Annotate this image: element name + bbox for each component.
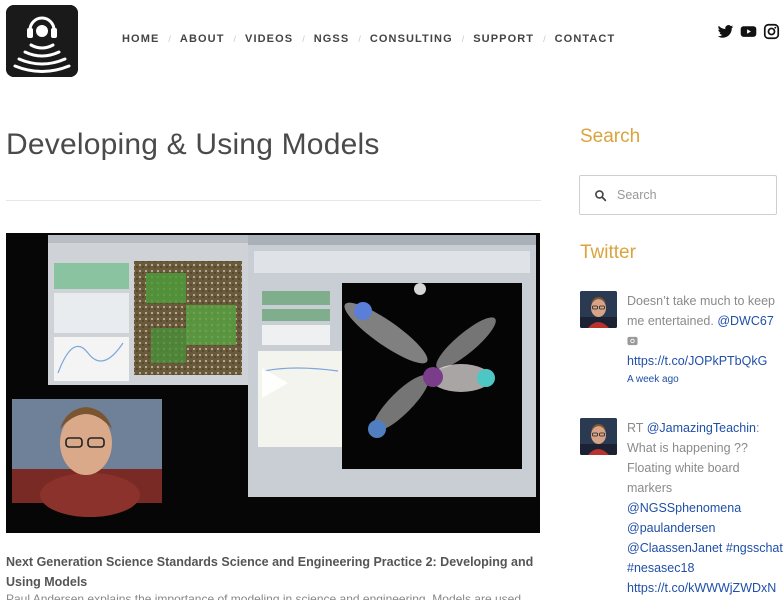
tweet-link[interactable]: https://t.co/JOPkPTbQkG <box>627 354 767 368</box>
main-nav: HOME / ABOUT / VIDEOS / NGSS / CONSULTIN… <box>122 33 615 45</box>
video-description: Paul Andersen explains the importance of… <box>6 592 521 600</box>
nav-separator: / <box>461 34 465 44</box>
nav-contact[interactable]: CONTACT <box>555 33 616 45</box>
social-links <box>717 23 780 40</box>
nav-support[interactable]: SUPPORT <box>473 33 534 45</box>
tweet-mention[interactable]: @ClaassenJanet <box>627 541 722 555</box>
tweet-mention[interactable]: @JamazingTeachin <box>647 421 756 435</box>
video-player[interactable] <box>6 233 540 533</box>
twitter-icon[interactable] <box>717 23 734 40</box>
youtube-icon[interactable] <box>740 23 757 40</box>
tweet-hashtag[interactable]: #ngsschat <box>726 541 783 555</box>
nav-home[interactable]: HOME <box>122 33 159 45</box>
tweet-mention[interactable]: @NGSSphenomena <box>627 501 741 515</box>
nav-videos[interactable]: VIDEOS <box>245 33 293 45</box>
twitter-heading: Twitter <box>580 242 636 263</box>
tweet-link[interactable]: https://t.co/kWWWjZWDxN <box>627 581 776 595</box>
nav-separator: / <box>233 34 237 44</box>
nav-consulting[interactable]: CONSULTING <box>370 33 453 45</box>
tweet-mention[interactable]: @DWC67 <box>717 314 773 328</box>
instagram-icon[interactable] <box>763 23 780 40</box>
avatar[interactable] <box>580 291 617 328</box>
search-heading: Search <box>580 126 641 147</box>
search-icon[interactable] <box>594 189 607 202</box>
search-input[interactable] <box>617 188 767 202</box>
nav-separator: / <box>358 34 361 44</box>
site-logo[interactable] <box>6 5 78 77</box>
avatar[interactable] <box>580 418 617 455</box>
tweet-timestamp[interactable]: A week ago <box>627 373 783 387</box>
tweet-hashtag[interactable]: #nesasec18 <box>627 561 694 575</box>
page-title: Developing & Using Models <box>6 128 380 161</box>
video-thumbnail <box>6 233 540 533</box>
video-caption: Next Generation Science Standards Scienc… <box>6 555 534 589</box>
nav-separator: / <box>302 34 305 44</box>
search-form <box>579 175 777 215</box>
headphones-logo-icon <box>6 5 78 77</box>
nav-about[interactable]: ABOUT <box>180 33 225 45</box>
tweet-mention[interactable]: @paulandersen <box>627 521 715 535</box>
nav-separator: / <box>168 34 171 44</box>
retweet-prefix: RT <box>627 421 647 435</box>
nav-ngss[interactable]: NGSS <box>314 33 350 45</box>
divider <box>6 200 541 201</box>
nav-separator: / <box>543 34 546 44</box>
image-icon[interactable] <box>627 332 638 346</box>
